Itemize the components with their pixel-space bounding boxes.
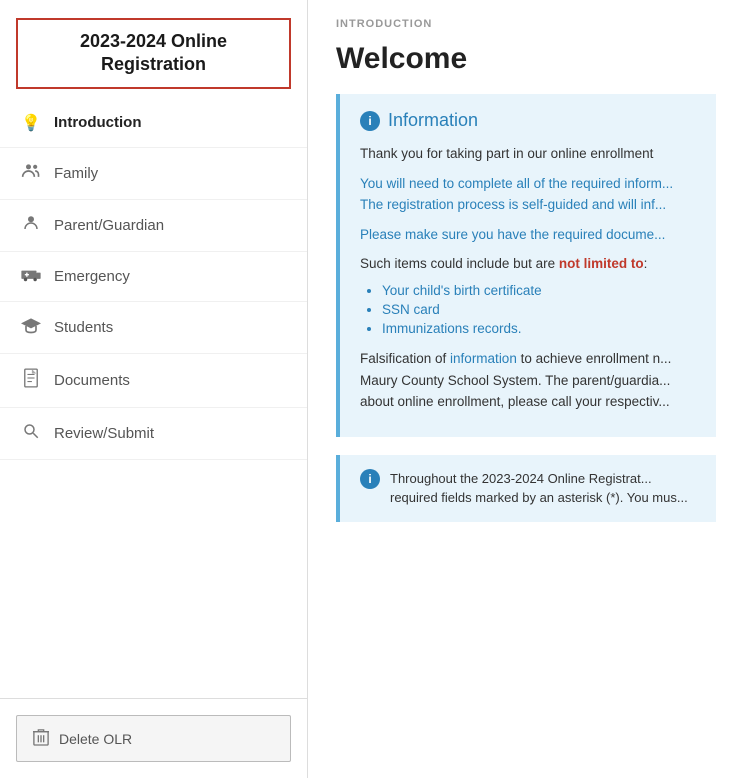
- list-item-immunizations: Immunizations records.: [382, 321, 696, 336]
- sidebar-item-review-submit[interactable]: Review/Submit: [0, 408, 307, 460]
- search-icon: [20, 422, 42, 445]
- sidebar-item-label: Family: [54, 165, 98, 182]
- notice-text: Throughout the 2023-2024 Online Registra…: [390, 469, 688, 508]
- ambulance-icon: [20, 266, 42, 287]
- sidebar-item-parent-guardian[interactable]: Parent/Guardian: [0, 200, 307, 252]
- sidebar-item-emergency[interactable]: Emergency: [0, 252, 307, 302]
- delete-olr-button[interactable]: Delete OLR: [16, 715, 291, 762]
- information-box: i Information Thank you for taking part …: [336, 94, 716, 437]
- document-icon: [20, 368, 42, 393]
- info-icon: i: [360, 111, 380, 131]
- notice-icon: i: [360, 469, 380, 489]
- sidebar-item-students[interactable]: Students: [0, 302, 307, 354]
- nav-list: 💡 Introduction Family Parent/Gu: [0, 99, 307, 698]
- info-list: Your child's birth certificate SSN card …: [360, 283, 696, 336]
- delete-section: Delete OLR: [0, 698, 307, 778]
- graduation-icon: [20, 316, 42, 339]
- sidebar-item-documents[interactable]: Documents: [0, 354, 307, 408]
- info-box-title: i Information: [360, 110, 696, 131]
- sidebar-item-label: Students: [54, 319, 113, 336]
- main-content: INTRODUCTION Welcome i Information Thank…: [308, 0, 744, 778]
- sidebar-title: 2023-2024 OnlineRegistration: [16, 18, 291, 89]
- person-icon: [20, 214, 42, 237]
- family-icon: [20, 162, 42, 185]
- trash-icon: [33, 728, 49, 749]
- sidebar: 2023-2024 OnlineRegistration 💡 Introduct…: [0, 0, 308, 778]
- notice-box: i Throughout the 2023-2024 Online Regist…: [336, 455, 716, 522]
- info-para-4: Such items could include but are not lim…: [360, 253, 696, 275]
- bulb-icon: 💡: [20, 113, 42, 133]
- sidebar-item-label: Review/Submit: [54, 425, 154, 442]
- info-para-3: Please make sure you have the required d…: [360, 224, 696, 246]
- info-box-heading: Information: [388, 110, 478, 131]
- list-item-ssn: SSN card: [382, 302, 696, 317]
- info-para-1: Thank you for taking part in our online …: [360, 143, 696, 165]
- info-para-2: You will need to complete all of the req…: [360, 173, 696, 216]
- sidebar-item-family[interactable]: Family: [0, 148, 307, 200]
- delete-olr-label: Delete OLR: [59, 731, 132, 747]
- welcome-title: Welcome: [308, 38, 744, 94]
- sidebar-item-label: Parent/Guardian: [54, 217, 164, 234]
- section-header: INTRODUCTION: [308, 0, 744, 38]
- info-footer: Falsification of information to achieve …: [360, 348, 696, 413]
- sidebar-item-label: Introduction: [54, 114, 141, 131]
- sidebar-item-label: Emergency: [54, 268, 130, 285]
- list-item-birth-cert: Your child's birth certificate: [382, 283, 696, 298]
- sidebar-item-label: Documents: [54, 372, 130, 389]
- sidebar-item-introduction[interactable]: 💡 Introduction: [0, 99, 307, 148]
